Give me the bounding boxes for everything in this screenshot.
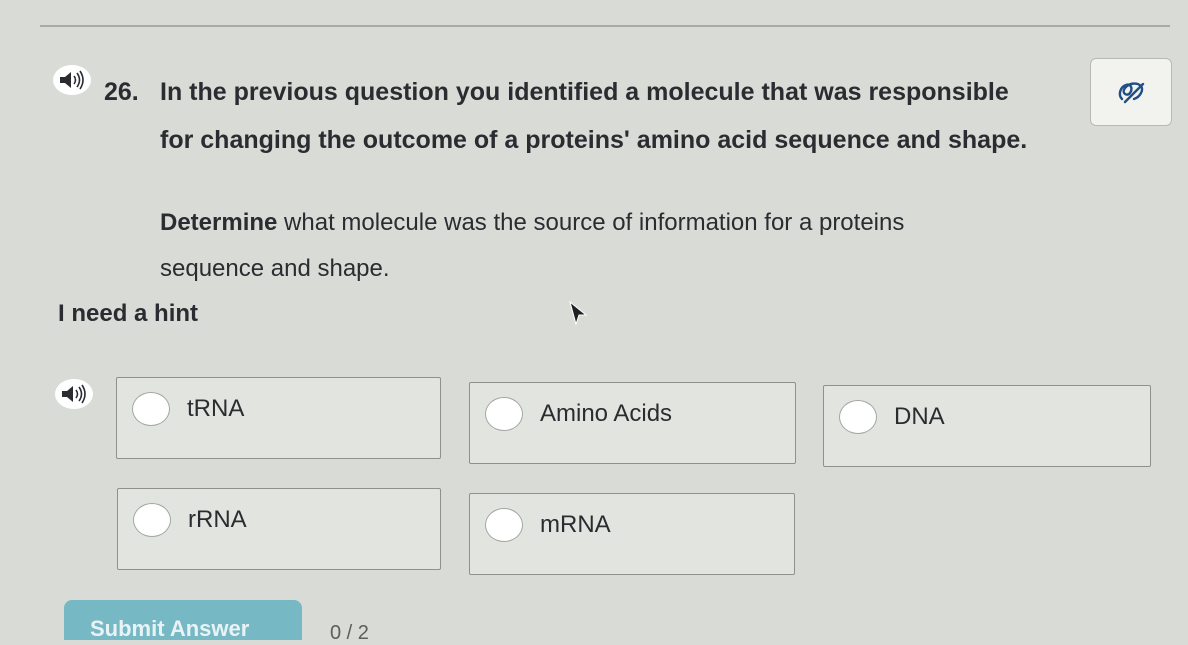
radio-button[interactable] bbox=[132, 392, 170, 426]
answers-audio-button[interactable] bbox=[55, 379, 93, 409]
choice-amino-acids[interactable]: Amino Acids bbox=[469, 382, 796, 464]
radio-button[interactable] bbox=[485, 508, 523, 542]
choice-label: mRNA bbox=[540, 511, 611, 538]
hint-link[interactable]: I need a hint bbox=[58, 300, 198, 328]
choice-label: rRNA bbox=[188, 506, 247, 533]
prompt-line-2: sequence and shape. bbox=[160, 255, 390, 282]
radio-button[interactable] bbox=[485, 397, 523, 431]
eraser-tool-button[interactable] bbox=[1090, 58, 1172, 126]
top-divider bbox=[40, 25, 1170, 27]
eraser-icon bbox=[1118, 82, 1145, 104]
choice-trna[interactable]: tRNA bbox=[116, 377, 441, 459]
submit-answer-button[interactable]: Submit Answer bbox=[64, 600, 302, 640]
progress-text: 0 / 2 bbox=[330, 622, 369, 644]
question-audio-button[interactable] bbox=[53, 65, 91, 95]
choice-dna[interactable]: DNA bbox=[823, 385, 1151, 467]
radio-button[interactable] bbox=[839, 400, 877, 434]
prompt-text: Determine what molecule was the source o… bbox=[160, 200, 1060, 292]
submit-label: Submit Answer bbox=[90, 616, 250, 640]
speaker-icon bbox=[62, 384, 86, 404]
radio-button[interactable] bbox=[133, 503, 171, 537]
choice-label: Amino Acids bbox=[540, 400, 673, 427]
choice-rrna[interactable]: rRNA bbox=[117, 488, 441, 570]
question-line-1: In the previous question you identified … bbox=[160, 78, 1009, 106]
choice-label: DNA bbox=[894, 403, 945, 430]
choice-label: tRNA bbox=[187, 395, 245, 422]
prompt-line-1: what molecule was the source of informat… bbox=[277, 209, 905, 236]
mouse-pointer-icon bbox=[569, 300, 588, 326]
question-text: 26. In the previous question you identifi… bbox=[104, 68, 1074, 164]
question-number: 26. bbox=[104, 78, 139, 106]
question-line-2: for changing the outcome of a proteins' … bbox=[160, 126, 1028, 154]
choice-mrna[interactable]: mRNA bbox=[469, 493, 795, 575]
prompt-verb: Determine bbox=[160, 209, 278, 236]
speaker-icon bbox=[60, 70, 84, 90]
